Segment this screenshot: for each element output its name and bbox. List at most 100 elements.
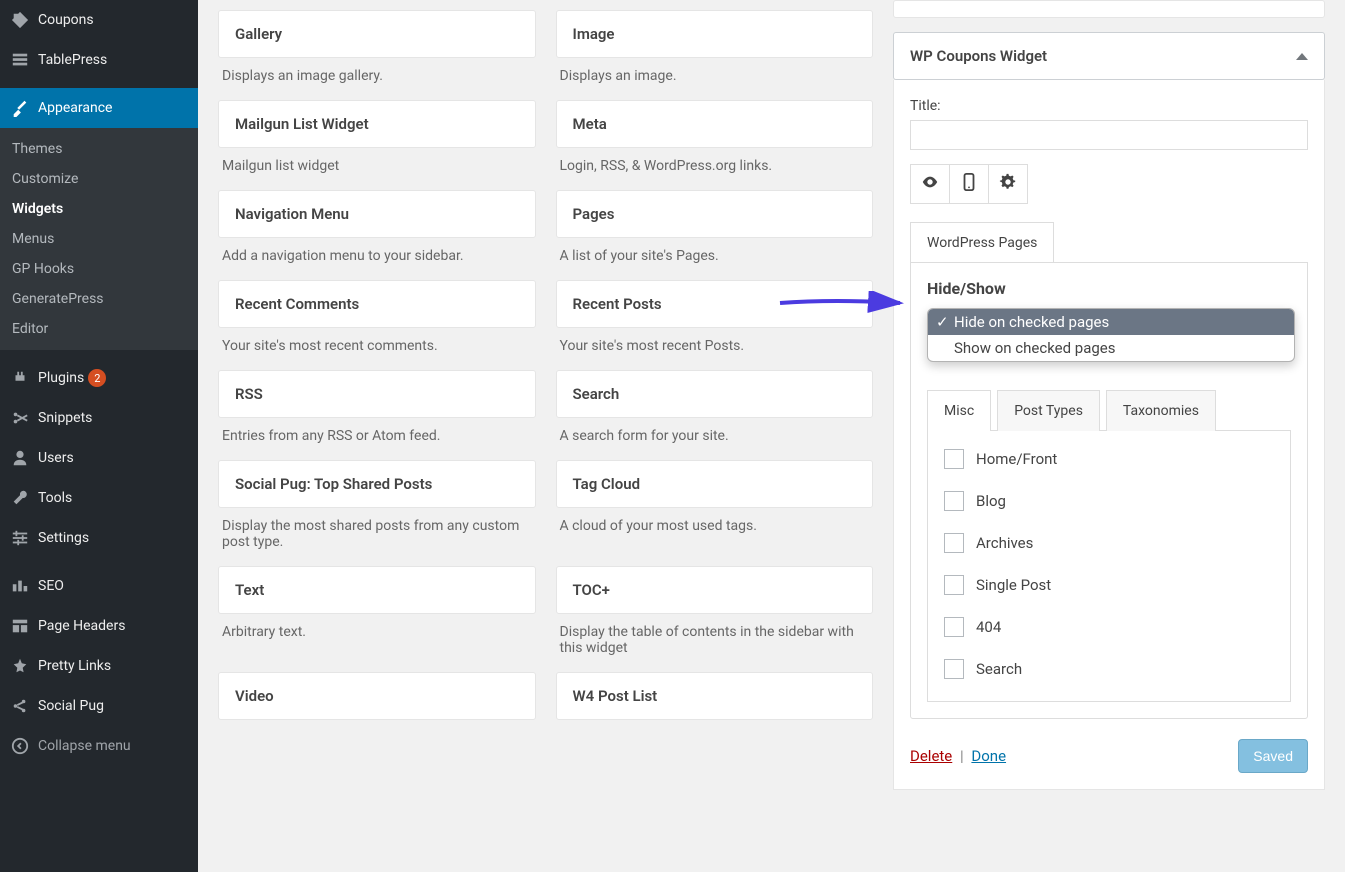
sidebar-item-plugins[interactable]: Plugins 2 bbox=[0, 358, 198, 398]
submenu-customize[interactable]: Customize bbox=[0, 164, 198, 194]
sidebar-label: Plugins bbox=[38, 370, 84, 386]
submenu-widgets[interactable]: Widgets bbox=[0, 194, 198, 224]
sidebar-item-social-pug[interactable]: Social Pug bbox=[0, 686, 198, 726]
sidebar-item-appearance[interactable]: Appearance bbox=[0, 88, 198, 128]
sidebar-item-snippets[interactable]: Snippets bbox=[0, 398, 198, 438]
checkbox-row[interactable]: Home/Front bbox=[944, 449, 1274, 469]
appearance-submenu: Themes Customize Widgets Menus GP Hooks … bbox=[0, 128, 198, 350]
sidebar-label: Coupons bbox=[38, 12, 94, 28]
submenu-gp-hooks[interactable]: GP Hooks bbox=[0, 254, 198, 284]
widget-description: A list of your site's Pages. bbox=[556, 238, 874, 270]
dropdown-option-show[interactable]: Show on checked pages bbox=[928, 335, 1294, 361]
submenu-generatepress[interactable]: GeneratePress bbox=[0, 284, 198, 314]
checkbox-label: 404 bbox=[976, 618, 1001, 636]
widget-item[interactable]: Search bbox=[556, 370, 874, 418]
sidebar-item-pretty-links[interactable]: Pretty Links bbox=[0, 646, 198, 686]
checkbox-row[interactable]: 404 bbox=[944, 617, 1274, 637]
widget-description: Displays an image gallery. bbox=[218, 58, 536, 90]
checkbox-row[interactable]: Search bbox=[944, 659, 1274, 679]
sidebar-label: Snippets bbox=[38, 410, 92, 426]
checkbox-label: Single Post bbox=[976, 576, 1051, 594]
widget-item[interactable]: Video bbox=[218, 672, 536, 720]
sidebar-item-coupons[interactable]: Coupons bbox=[0, 0, 198, 40]
inner-tab-misc[interactable]: Misc bbox=[927, 390, 991, 431]
sidebar-label: Page Headers bbox=[38, 618, 125, 634]
widget-item[interactable]: Image bbox=[556, 10, 874, 58]
widget-item[interactable]: W4 Post List bbox=[556, 672, 874, 720]
checkbox-row[interactable]: Single Post bbox=[944, 575, 1274, 595]
submenu-themes[interactable]: Themes bbox=[0, 134, 198, 164]
widget-item[interactable]: Meta bbox=[556, 100, 874, 148]
widget-description: A search form for your site. bbox=[556, 418, 874, 450]
inner-tab-taxonomies[interactable]: Taxonomies bbox=[1106, 390, 1216, 431]
widget-item[interactable]: RSS bbox=[218, 370, 536, 418]
inner-tab-post-types[interactable]: Post Types bbox=[997, 390, 1100, 431]
hide-show-select[interactable]: Hide on checked pages Show on checked pa… bbox=[927, 308, 1291, 336]
wordpress-pages-tab[interactable]: WordPress Pages bbox=[910, 222, 1054, 263]
widget-item[interactable]: Gallery bbox=[218, 10, 536, 58]
sidebar-label: Users bbox=[38, 450, 74, 466]
checkbox[interactable] bbox=[944, 659, 964, 679]
widget-description: Arbitrary text. bbox=[218, 614, 536, 646]
widget-panel-title: WP Coupons Widget bbox=[910, 47, 1047, 65]
done-link[interactable]: Done bbox=[971, 747, 1006, 765]
sidebar-item-page-headers[interactable]: Page Headers bbox=[0, 606, 198, 646]
widget-panel-body: Title: WordPress Pages Hide/Show bbox=[893, 80, 1325, 790]
widget-item[interactable]: Social Pug: Top Shared Posts bbox=[218, 460, 536, 508]
collapse-up-icon bbox=[1296, 53, 1308, 60]
sidebar-item-tools[interactable]: Tools bbox=[0, 478, 198, 518]
widget-description: Display the table of contents in the sid… bbox=[556, 614, 874, 662]
checkbox-row[interactable]: Blog bbox=[944, 491, 1274, 511]
seo-icon bbox=[10, 576, 30, 596]
sidebar-item-users[interactable]: Users bbox=[0, 438, 198, 478]
layout-icon bbox=[10, 616, 30, 636]
available-widgets: GalleryDisplays an image gallery. Image Di… bbox=[218, 0, 893, 872]
sidebar-label: Tools bbox=[38, 490, 72, 506]
eye-icon bbox=[921, 173, 939, 195]
submenu-menus[interactable]: Menus bbox=[0, 224, 198, 254]
widget-panel-header[interactable]: WP Coupons Widget bbox=[893, 32, 1325, 80]
settings-tab[interactable] bbox=[988, 164, 1028, 204]
checkbox[interactable] bbox=[944, 449, 964, 469]
sidebar-item-tablepress[interactable]: TablePress bbox=[0, 40, 198, 80]
dropdown-option-hide[interactable]: Hide on checked pages bbox=[928, 309, 1294, 335]
user-icon bbox=[10, 448, 30, 468]
widget-item[interactable]: Text bbox=[218, 566, 536, 614]
widget-item[interactable]: Recent Comments bbox=[218, 280, 536, 328]
visibility-tab[interactable] bbox=[910, 164, 950, 204]
widget-description: Your site's most recent comments. bbox=[218, 328, 536, 360]
sliders-icon bbox=[10, 528, 30, 548]
widget-item[interactable]: Tag Cloud bbox=[556, 460, 874, 508]
checkbox[interactable] bbox=[944, 575, 964, 595]
widget-description: A cloud of your most used tags. bbox=[556, 508, 874, 540]
widget-description: Add a navigation menu to your sidebar. bbox=[218, 238, 536, 270]
title-input[interactable] bbox=[910, 120, 1308, 150]
widget-item[interactable]: Pages bbox=[556, 190, 874, 238]
widget-description: Your site's most recent Posts. bbox=[556, 328, 874, 360]
submenu-editor[interactable]: Editor bbox=[0, 314, 198, 344]
delete-link[interactable]: Delete bbox=[910, 747, 952, 765]
widget-description: Display the most shared posts from any c… bbox=[218, 508, 536, 556]
checkbox[interactable] bbox=[944, 617, 964, 637]
checkbox[interactable] bbox=[944, 491, 964, 511]
title-label: Title: bbox=[910, 98, 1308, 114]
sidebar-item-seo[interactable]: SEO bbox=[0, 566, 198, 606]
widget-description: Login, RSS, & WordPress.org links. bbox=[556, 148, 874, 180]
admin-sidebar: Coupons TablePress Appearance Themes Cus… bbox=[0, 0, 198, 872]
mobile-tab[interactable] bbox=[949, 164, 989, 204]
mobile-icon bbox=[962, 173, 976, 195]
plug-icon bbox=[10, 368, 30, 388]
widget-description: Entries from any RSS or Atom feed. bbox=[218, 418, 536, 450]
checkbox-label: Archives bbox=[976, 534, 1033, 552]
widget-item[interactable]: Navigation Menu bbox=[218, 190, 536, 238]
sidebar-label: SEO bbox=[38, 578, 64, 594]
sidebar-item-settings[interactable]: Settings bbox=[0, 518, 198, 558]
annotation-arrow bbox=[775, 291, 905, 315]
saved-button[interactable]: Saved bbox=[1238, 739, 1308, 773]
wordpress-pages-section: Hide/Show Hide on checked pages Show on … bbox=[910, 262, 1308, 719]
sidebar-collapse[interactable]: Collapse menu bbox=[0, 726, 198, 766]
widget-item[interactable]: TOC+ bbox=[556, 566, 874, 614]
checkbox[interactable] bbox=[944, 533, 964, 553]
checkbox-row[interactable]: Archives bbox=[944, 533, 1274, 553]
widget-item[interactable]: Mailgun List Widget bbox=[218, 100, 536, 148]
